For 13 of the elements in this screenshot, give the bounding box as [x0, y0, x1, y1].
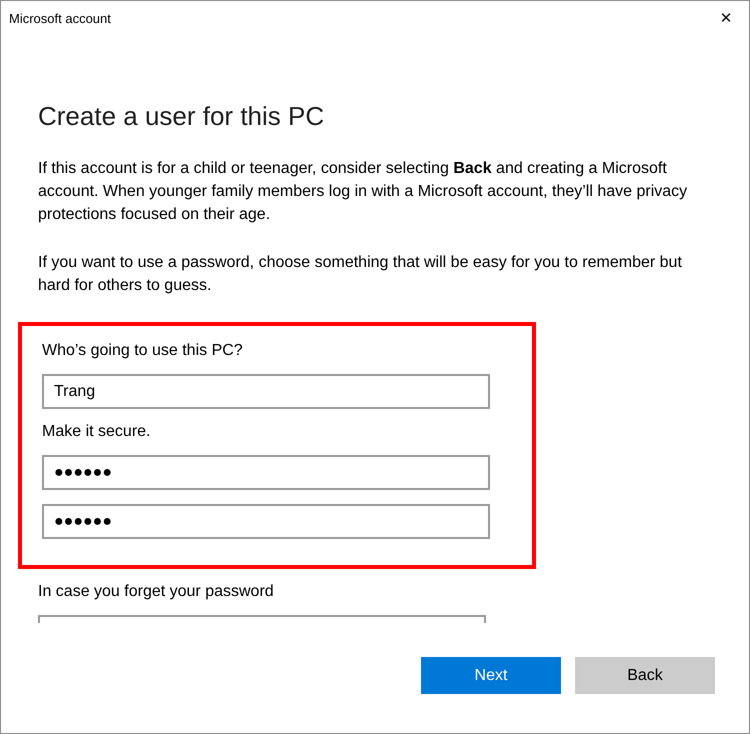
field-label: Who’s going to use this PC?: [42, 342, 244, 360]
input-field[interactable]: ●●●●●●: [42, 455, 490, 490]
input-field[interactable]: ●●●●●●: [42, 504, 490, 539]
back-button[interactable]: Back: [575, 657, 715, 694]
window-title: Microsoft account: [9, 10, 111, 26]
next-button[interactable]: Next: [421, 657, 561, 694]
close-button[interactable]: ✕: [703, 1, 749, 35]
page-heading: Create a user for this PC: [38, 101, 326, 132]
info-paragraph: If this account is for a child or teenager, consider selecting Back and creating a Microsoft account. When younger family members log in with a Microsoft account, they’ll have privacy protections focused on their age.: [38, 159, 688, 225]
info-paragraph: If you want to use a password, choose something that will be easy for you to remember but hard for others to guess.: [38, 253, 683, 296]
input-field[interactable]: Trang: [42, 374, 490, 409]
field-label: In case you forget your password: [38, 583, 275, 601]
field-label: Make it secure.: [42, 423, 152, 441]
